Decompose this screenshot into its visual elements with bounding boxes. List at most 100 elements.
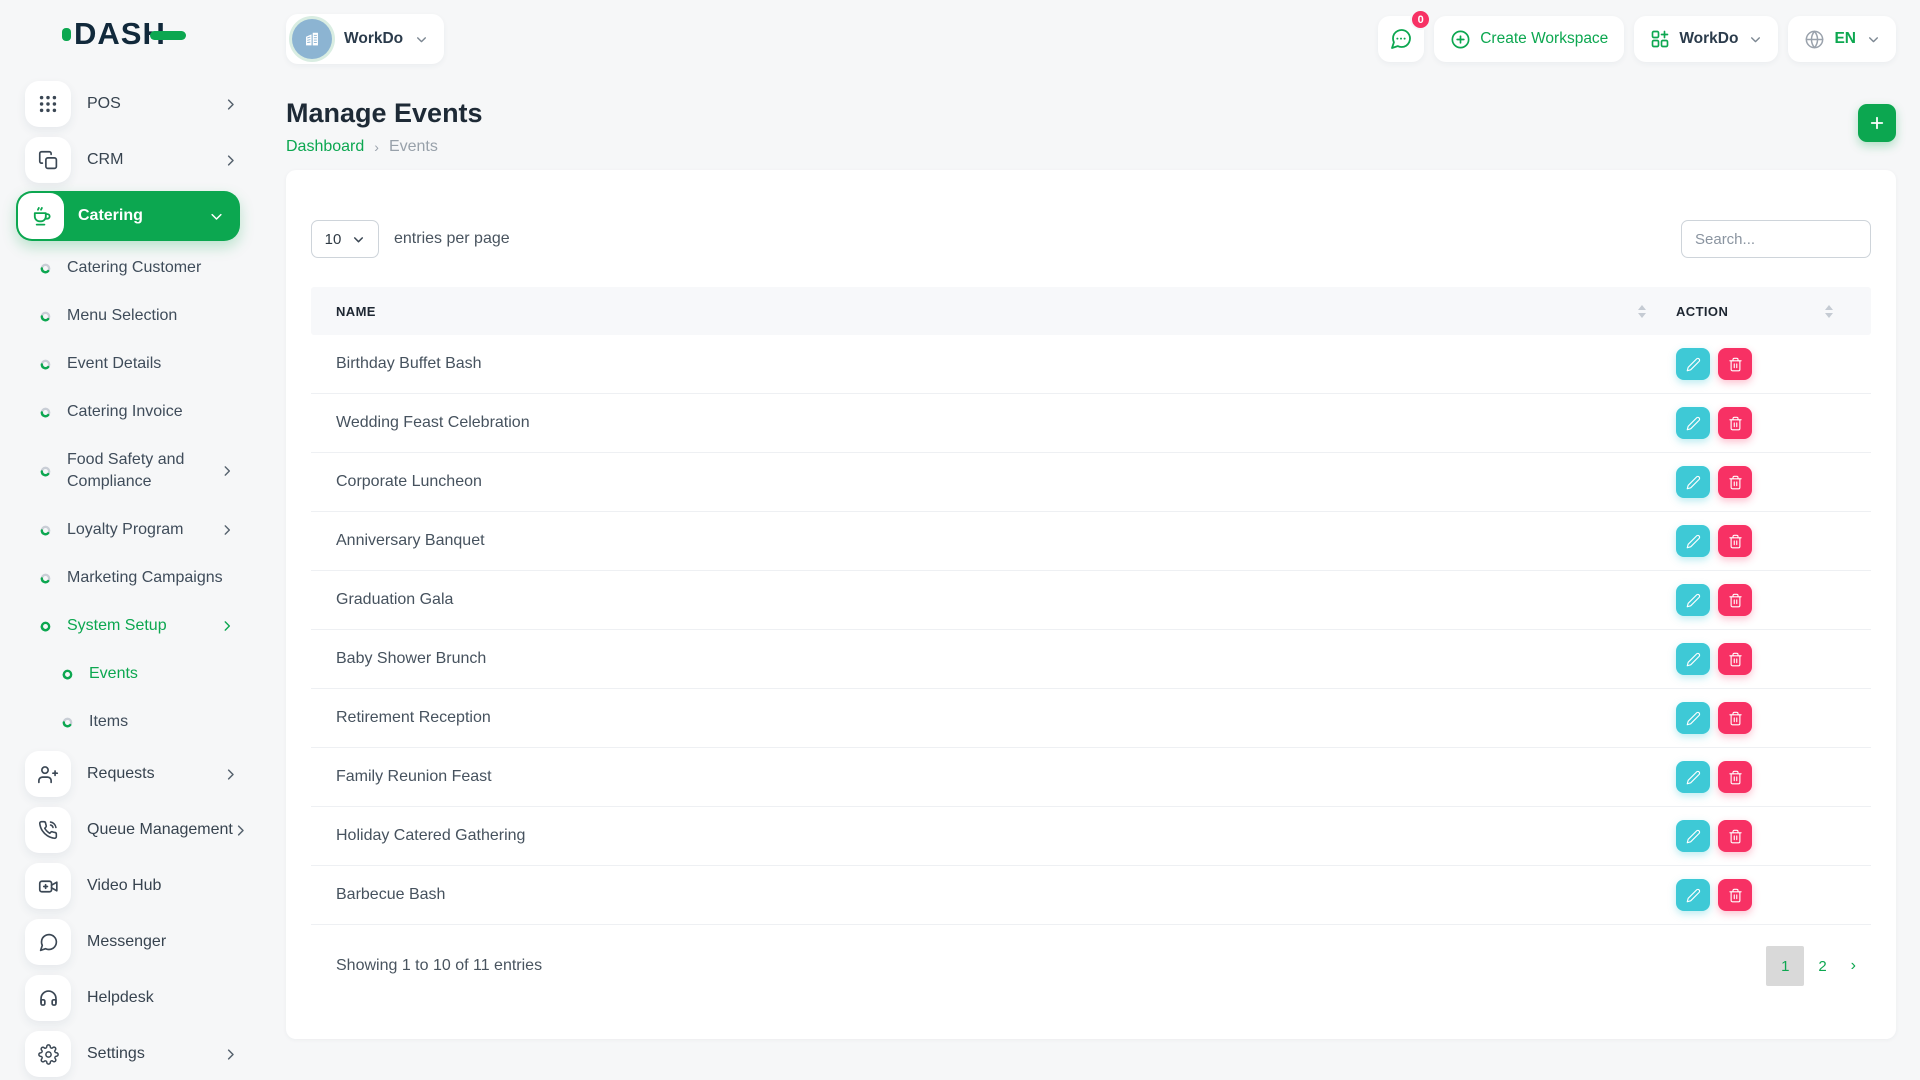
page-header: Manage Events Dashboard › Events bbox=[286, 98, 1896, 156]
trash-icon bbox=[1728, 770, 1743, 785]
trash-icon bbox=[1728, 416, 1743, 431]
delete-button[interactable] bbox=[1718, 407, 1752, 439]
pencil-icon bbox=[1686, 593, 1701, 608]
entries-per-page-label: entries per page bbox=[394, 230, 510, 247]
edit-button[interactable] bbox=[1676, 525, 1710, 557]
apps-menu-button[interactable]: WorkDo bbox=[1634, 16, 1779, 62]
edit-button[interactable] bbox=[1676, 348, 1710, 380]
row-actions bbox=[1656, 584, 1871, 616]
edit-button[interactable] bbox=[1676, 702, 1710, 734]
table-row: Corporate Luncheon bbox=[311, 453, 1871, 512]
user-plus-icon bbox=[25, 751, 71, 797]
sidebar-item-event-details[interactable]: Event Details bbox=[0, 340, 256, 388]
top-bar: WorkDo 0 Create Workspace WorkDo EN bbox=[286, 0, 1896, 72]
table-row: Birthday Buffet Bash bbox=[311, 335, 1871, 394]
edit-button[interactable] bbox=[1676, 820, 1710, 852]
table-row: Family Reunion Feast bbox=[311, 748, 1871, 807]
row-actions bbox=[1656, 466, 1871, 498]
edit-button[interactable] bbox=[1676, 584, 1710, 616]
column-header-action[interactable]: ACTION bbox=[1656, 304, 1871, 319]
chevron-right-icon bbox=[220, 464, 234, 478]
delete-button[interactable] bbox=[1718, 525, 1752, 557]
sidebar-item-settings[interactable]: Settings bbox=[0, 1026, 256, 1080]
event-name: Birthday Buffet Bash bbox=[336, 355, 482, 372]
column-header-name[interactable]: NAME bbox=[311, 304, 1656, 319]
sidebar-item-catering-invoice[interactable]: Catering Invoice bbox=[0, 388, 256, 436]
sidebar-item-helpdesk[interactable]: Helpdesk bbox=[0, 970, 256, 1026]
pos-grid-icon bbox=[25, 81, 71, 127]
delete-button[interactable] bbox=[1718, 584, 1752, 616]
event-name: Wedding Feast Celebration bbox=[336, 414, 530, 431]
bullet-ring-icon bbox=[40, 359, 51, 370]
sidebar: DASH POS CRM Catering Catering Customer … bbox=[0, 0, 256, 1080]
table-row: Holiday Catered Gathering bbox=[311, 807, 1871, 866]
pagination-next[interactable]: › bbox=[1841, 957, 1866, 975]
edit-button[interactable] bbox=[1676, 407, 1710, 439]
logo-dot-accent bbox=[62, 27, 71, 41]
sidebar-item-label: Menu Selection bbox=[67, 307, 178, 324]
pagination-page-2[interactable]: 2 bbox=[1804, 958, 1840, 975]
add-event-button[interactable] bbox=[1858, 104, 1896, 142]
page-size-select[interactable]: 10 bbox=[311, 220, 379, 258]
edit-button[interactable] bbox=[1676, 643, 1710, 675]
event-name: Baby Shower Brunch bbox=[336, 650, 487, 667]
sidebar-item-label: Items bbox=[89, 713, 129, 730]
trash-icon bbox=[1728, 711, 1743, 726]
breadcrumb-current: Events bbox=[388, 138, 438, 155]
delete-button[interactable] bbox=[1718, 348, 1752, 380]
chevron-right-icon bbox=[223, 97, 238, 112]
create-workspace-button[interactable]: Create Workspace bbox=[1434, 16, 1625, 62]
trash-icon bbox=[1728, 593, 1743, 608]
sidebar-item-pos[interactable]: POS bbox=[0, 76, 256, 132]
chevron-down-icon bbox=[209, 209, 224, 224]
pagination-page-1-current[interactable]: 1 bbox=[1766, 946, 1805, 986]
table-row: Retirement Reception bbox=[311, 689, 1871, 748]
delete-button[interactable] bbox=[1718, 643, 1752, 675]
sidebar-item-food-safety[interactable]: Food Safety and Compliance bbox=[0, 436, 256, 506]
sidebar-item-catering-customer[interactable]: Catering Customer bbox=[0, 244, 256, 292]
app-root: DASH POS CRM Catering Catering Customer … bbox=[0, 0, 1920, 1080]
page-size-value: 10 bbox=[324, 230, 342, 248]
event-name: Retirement Reception bbox=[336, 709, 491, 726]
delete-button[interactable] bbox=[1718, 702, 1752, 734]
sidebar-item-events[interactable]: Events bbox=[0, 650, 256, 698]
sidebar-item-crm[interactable]: CRM bbox=[0, 132, 256, 188]
apps-menu-label: WorkDo bbox=[1679, 30, 1739, 47]
delete-button[interactable] bbox=[1718, 820, 1752, 852]
edit-button[interactable] bbox=[1676, 466, 1710, 498]
sidebar-item-loyalty-program[interactable]: Loyalty Program bbox=[0, 506, 256, 554]
breadcrumb-dashboard-link[interactable]: Dashboard bbox=[286, 138, 364, 156]
language-selector[interactable]: EN bbox=[1788, 16, 1896, 62]
workspace-switcher[interactable]: WorkDo bbox=[286, 14, 445, 64]
sidebar-item-marketing-campaigns[interactable]: Marketing Campaigns bbox=[0, 554, 256, 602]
page-size-controls: 10 entries per page bbox=[311, 220, 510, 258]
search-input[interactable] bbox=[1681, 220, 1871, 258]
delete-button[interactable] bbox=[1718, 761, 1752, 793]
edit-button[interactable] bbox=[1676, 879, 1710, 911]
sidebar-item-catering-active[interactable]: Catering bbox=[16, 191, 240, 241]
sidebar-item-video-hub[interactable]: Video Hub bbox=[0, 858, 256, 914]
edit-button[interactable] bbox=[1676, 761, 1710, 793]
sidebar-item-system-setup[interactable]: System Setup bbox=[0, 602, 256, 650]
pencil-icon bbox=[1686, 475, 1701, 490]
sidebar-item-queue-management[interactable]: Queue Management bbox=[0, 802, 256, 858]
bullet-ring-icon bbox=[40, 263, 51, 274]
main-content: WorkDo 0 Create Workspace WorkDo EN Mana… bbox=[256, 0, 1920, 1080]
column-label: NAME bbox=[336, 303, 376, 319]
create-workspace-label: Create Workspace bbox=[1480, 30, 1609, 47]
event-name: Anniversary Banquet bbox=[336, 532, 485, 549]
sidebar-item-messenger[interactable]: Messenger bbox=[0, 914, 256, 970]
delete-button[interactable] bbox=[1718, 879, 1752, 911]
sidebar-item-menu-selection[interactable]: Menu Selection bbox=[0, 292, 256, 340]
chevron-right-icon bbox=[223, 1047, 238, 1062]
trash-icon bbox=[1728, 534, 1743, 549]
app-logo[interactable]: DASH bbox=[62, 16, 256, 52]
bullet-ring-icon bbox=[40, 525, 51, 536]
catering-cup-icon bbox=[18, 193, 64, 239]
delete-button[interactable] bbox=[1718, 466, 1752, 498]
bullet-ring-icon bbox=[62, 669, 73, 680]
event-name: Family Reunion Feast bbox=[336, 768, 492, 785]
messages-button[interactable]: 0 bbox=[1378, 9, 1432, 62]
sidebar-item-requests[interactable]: Requests bbox=[0, 746, 256, 802]
sidebar-item-items[interactable]: Items bbox=[0, 698, 256, 746]
